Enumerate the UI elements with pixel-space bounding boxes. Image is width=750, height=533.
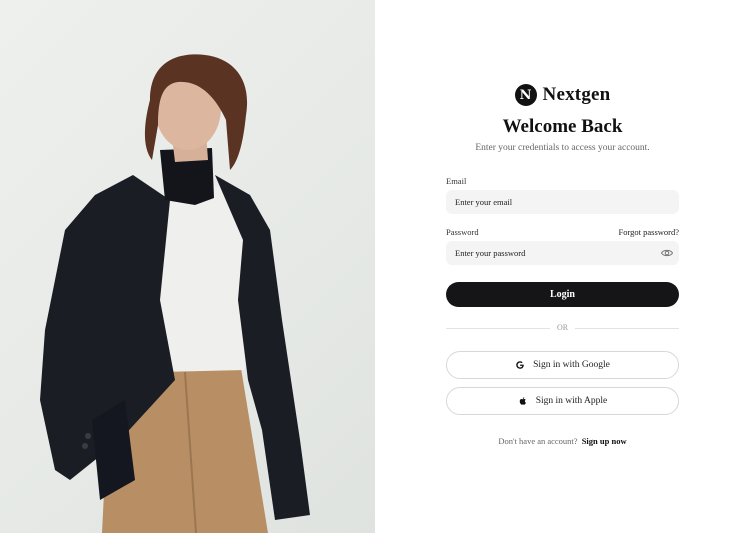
signup-prompt: Don't have an account? Sign up now (375, 436, 750, 446)
password-input[interactable] (455, 248, 670, 258)
apple-icon (519, 397, 526, 405)
forgot-password-link[interactable]: Forgot password? (618, 227, 679, 237)
model-illustration (40, 54, 310, 533)
apple-signin-label: Sign in with Apple (535, 396, 608, 406)
email-field[interactable] (446, 190, 679, 214)
brand-name: Nextgen (542, 84, 611, 105)
signup-prompt-text: Don't have an account? (498, 436, 578, 446)
login-panel: N Nextgen Welcome Back Enter your creden… (375, 0, 750, 533)
page-subtitle: Enter your credentials to access your ac… (475, 143, 650, 153)
google-signin-label: Sign in with Google (533, 360, 610, 370)
eye-icon[interactable] (661, 247, 673, 259)
or-divider: OR (446, 323, 679, 332)
apple-signin-button[interactable]: Sign in with Apple (446, 387, 679, 415)
signup-link[interactable]: Sign up now (582, 436, 627, 446)
password-label: Password (446, 227, 479, 237)
brand-logo[interactable]: N Nextgen (375, 84, 750, 106)
login-button[interactable]: Login (446, 282, 679, 307)
google-signin-button[interactable]: Sign in with Google (446, 351, 679, 379)
email-input[interactable] (455, 197, 670, 207)
password-field[interactable] (446, 241, 679, 265)
page-title: Welcome Back (502, 116, 623, 137)
email-label: Email (446, 176, 467, 186)
google-icon (516, 361, 524, 369)
login-page: N Nextgen Welcome Back Enter your creden… (0, 0, 750, 533)
divider-line-right (575, 328, 679, 329)
n-circle-icon: N (514, 84, 537, 106)
hero-photo (0, 0, 375, 533)
